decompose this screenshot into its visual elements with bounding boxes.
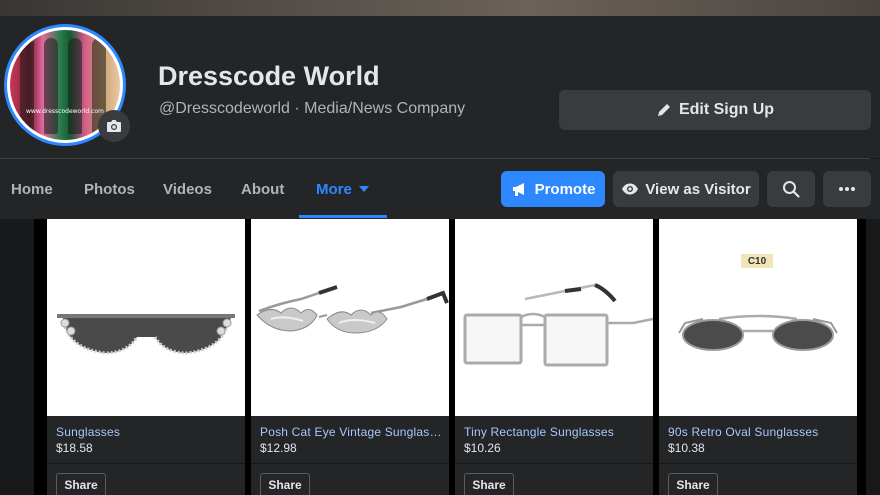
search-button[interactable] [767, 171, 815, 207]
more-options-button[interactable] [823, 171, 871, 207]
product-price: $10.26 [464, 441, 501, 455]
product-card[interactable]: Posh Cat Eye Vintage Sunglasses $12.98 S… [251, 219, 449, 495]
flame-sunglasses-icon [256, 285, 449, 334]
eye-icon [622, 183, 639, 195]
product-card[interactable]: C10 90s Retro Oval Sunglasses $10.38 Sha… [659, 219, 857, 495]
product-image[interactable] [455, 219, 653, 416]
card-divider [251, 463, 449, 464]
product-price: $12.98 [260, 441, 297, 455]
half-rim-rhinestone-sunglasses-icon [57, 314, 235, 355]
color-tag: C10 [741, 254, 773, 268]
product-card[interactable]: Tiny Rectangle Sunglasses $10.26 Share [455, 219, 653, 495]
tab-more-label: More [316, 180, 352, 198]
tab-videos[interactable]: Videos [163, 159, 212, 219]
product-title[interactable]: Posh Cat Eye Vintage Sunglasses [260, 425, 444, 439]
rectangle-glasses-icon [463, 283, 653, 367]
oval-sunglasses-icon [678, 314, 838, 351]
page-nav: Home Photos Videos About More Promote Vi… [0, 159, 880, 219]
promote-label: Promote [534, 180, 596, 198]
view-as-visitor-label: View as Visitor [645, 180, 751, 198]
tab-about[interactable]: About [241, 159, 284, 219]
share-button[interactable]: Share [464, 473, 514, 495]
active-tab-indicator [299, 215, 387, 218]
product-image[interactable] [47, 219, 245, 416]
product-image[interactable]: C10 [659, 219, 857, 416]
cover-photo[interactable] [0, 0, 880, 16]
share-button[interactable]: Share [56, 473, 106, 495]
product-title[interactable]: 90s Retro Oval Sunglasses [668, 425, 852, 439]
share-button[interactable]: Share [668, 473, 718, 495]
edit-sign-up-button[interactable]: Edit Sign Up [559, 90, 871, 130]
edit-sign-up-label: Edit Sign Up [678, 101, 775, 118]
ellipsis-icon [839, 187, 855, 191]
product-price: $10.38 [668, 441, 705, 455]
profile-picture[interactable]: www.dresscodeworld.com [0, 20, 130, 150]
tab-more[interactable]: More [316, 159, 370, 219]
product-card[interactable]: Sunglasses $18.58 Share [47, 219, 245, 495]
card-divider [659, 463, 857, 464]
product-price: $18.58 [56, 441, 93, 455]
page-header: www.dresscodeworld.com Dresscode World @… [0, 16, 880, 158]
page-title: Dresscode World [158, 61, 380, 91]
page-subtitle: @Dresscodeworld · Media/News Company [159, 100, 466, 117]
search-icon [783, 181, 800, 198]
shop-product-grid: Sunglasses $18.58 Share Posh Cat Eye Vin… [34, 219, 866, 495]
view-as-visitor-button[interactable]: View as Visitor [613, 171, 759, 207]
product-title[interactable]: Tiny Rectangle Sunglasses [464, 425, 648, 439]
product-title[interactable]: Sunglasses [56, 425, 240, 439]
card-divider [455, 463, 653, 464]
tab-home[interactable]: Home [11, 159, 53, 219]
product-image[interactable] [251, 219, 449, 416]
tab-photos[interactable]: Photos [84, 159, 135, 219]
caret-down-icon [358, 186, 369, 192]
megaphone-icon [512, 183, 524, 196]
promote-button[interactable]: Promote [501, 171, 605, 207]
share-button[interactable]: Share [260, 473, 310, 495]
avatar-watermark: www.dresscodeworld.com [26, 108, 104, 115]
camera-icon [107, 120, 121, 132]
update-photo-button[interactable] [98, 110, 130, 142]
card-divider [47, 463, 245, 464]
pencil-icon [657, 104, 670, 116]
